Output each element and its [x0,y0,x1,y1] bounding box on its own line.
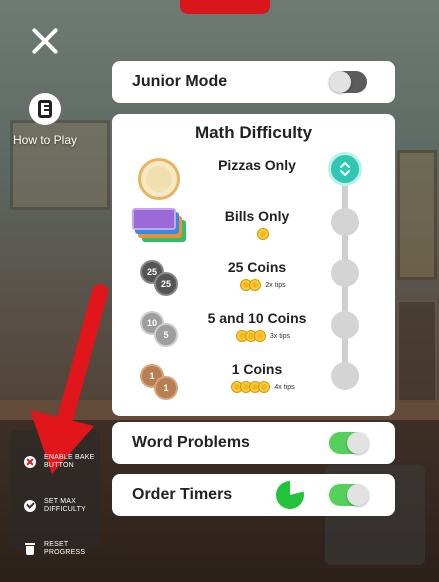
dime-nickel-coins-icon: 10 5 [138,309,180,349]
tips-label: 3x tips [269,332,291,340]
tips-label: 4x tips [274,383,295,391]
close-icon[interactable] [30,26,60,56]
option-name: 5 and 10 Coins [207,310,307,326]
order-timers-toggle[interactable] [329,484,369,506]
tips-indicator: 2x tips [208,279,318,291]
penny-coins-icon: 1 1 [138,362,180,402]
order-timers-title: Order Timers [132,486,233,503]
chevron-updown-icon [340,162,350,176]
set-max-difficulty-option[interactable]: SET MAX DIFFICULTY [24,498,102,514]
order-timers-row: Order Timers [112,474,395,516]
trash-icon [24,543,36,555]
math-difficulty-title: Math Difficulty [194,123,313,142]
difficulty-slider-node-bills[interactable] [331,208,359,236]
word-problems-toggle[interactable] [329,432,369,454]
timer-pie-icon [276,481,304,509]
difficulty-slider-handle[interactable] [328,152,362,186]
junior-mode-toggle[interactable] [329,71,367,93]
coin-label: 25 [154,272,178,296]
enable-bake-button-option[interactable]: ENABLE BAKE BUTTON [24,454,104,470]
coin-label: 5 [154,323,178,347]
how-to-play-label: How to Play [12,133,78,147]
quarter-coins-icon: 25 25 [138,258,180,298]
option-name: Bills Only [224,208,290,224]
option-name: 25 Coins [227,259,287,275]
tips-indicator: 4x tips [208,381,318,393]
enable-bake-button-label: ENABLE BAKE BUTTON [44,454,95,469]
tips-indicator: 3x tips [208,330,318,342]
option-name: Pizzas Only [218,157,296,173]
set-max-difficulty-label: SET MAX DIFFICULTY [44,498,86,513]
coin-label: 1 [154,376,178,400]
word-problems-title: Word Problems [132,434,250,451]
x-icon [24,456,36,468]
option-name: 1 Coins [231,361,283,377]
pizza-icon [138,158,180,200]
difficulty-slider-node-25[interactable] [331,259,359,287]
math-difficulty-panel: Math Difficulty Pizzas Only Bills Only 2… [112,114,395,416]
book-icon [29,93,61,125]
reset-progress-option[interactable]: RESET PROGRESS [24,541,94,557]
difficulty-slider-node-5-10[interactable] [331,311,359,339]
check-icon [24,500,36,512]
junior-mode-row: Junior Mode [112,61,395,103]
tips-label: 2x tips [265,281,286,289]
how-to-play-button[interactable]: How to Play [8,93,82,147]
junior-mode-title: Junior Mode [132,73,228,90]
word-problems-row: Word Problems [112,422,395,464]
difficulty-slider-node-1[interactable] [331,362,359,390]
bills-icon [132,208,188,242]
tips-indicator [208,228,318,240]
reset-progress-label: RESET PROGRESS [44,541,86,556]
